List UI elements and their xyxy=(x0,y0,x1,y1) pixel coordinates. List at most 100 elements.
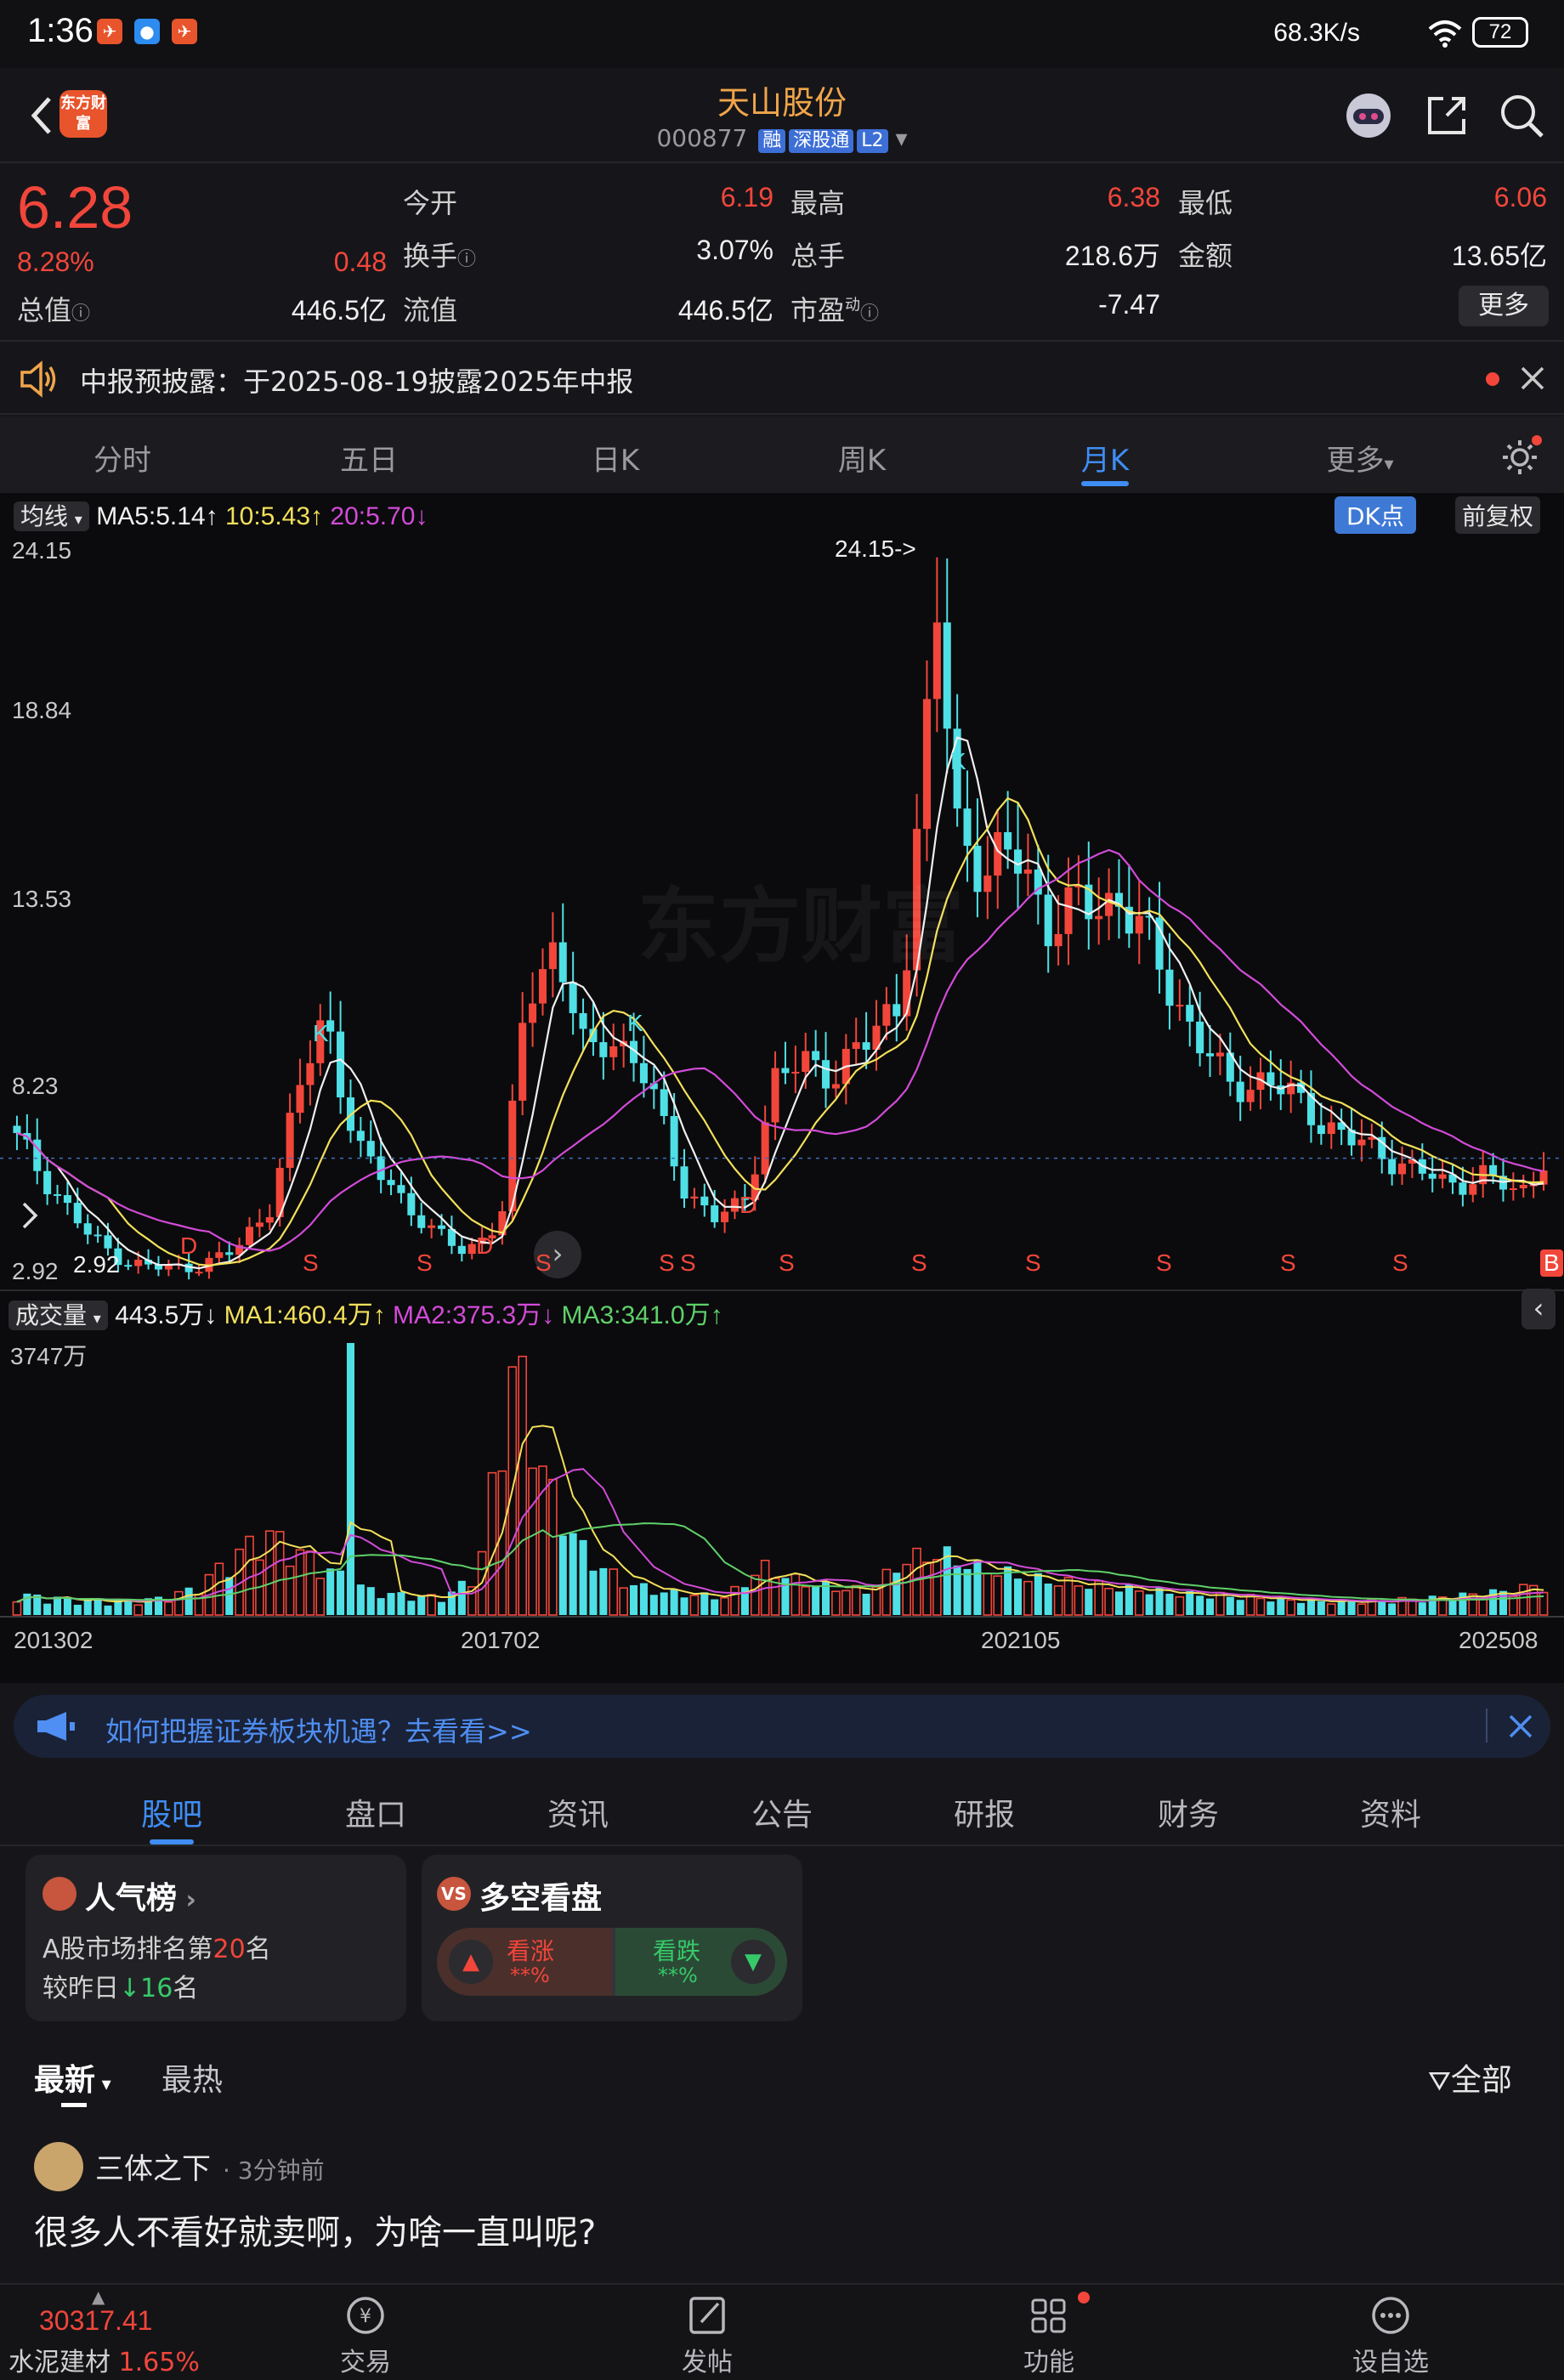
volume-bar xyxy=(841,1590,851,1616)
candle-body xyxy=(812,1051,820,1061)
candle-body xyxy=(1519,1184,1527,1189)
signal-marker[interactable]: S xyxy=(659,1250,675,1277)
tab-daily-k[interactable]: 日K xyxy=(530,437,700,479)
post-text[interactable]: 很多人不看好就卖啊，为啥一直叫呢? xyxy=(34,2205,596,2254)
volume-bar xyxy=(438,1601,446,1615)
connect-tag: 深股通 xyxy=(789,129,854,153)
volume-bar xyxy=(1165,1593,1174,1615)
signal-marker[interactable]: D xyxy=(476,1232,493,1260)
notice-bar[interactable]: 中报预披露：于2025-08-19披露2025年中报 xyxy=(0,343,1564,415)
volume-bar xyxy=(932,1559,942,1616)
candle-body xyxy=(802,1051,810,1072)
volume-bar xyxy=(1459,1592,1467,1615)
more-quote-button[interactable]: 更多 xyxy=(1459,286,1549,326)
tab-guba[interactable]: 股吧 xyxy=(104,1790,240,1834)
pe-label[interactable]: 市盈动ⓘ xyxy=(790,289,879,328)
post-author[interactable]: 三体之下 xyxy=(95,2145,211,2187)
volume-bar xyxy=(1155,1588,1164,1615)
volume-bar xyxy=(953,1565,961,1615)
tab-order-book[interactable]: 盘口 xyxy=(308,1790,444,1834)
filter-button[interactable]: ⛛全部 xyxy=(1428,2055,1512,2100)
nav-functions[interactable]: 功能 xyxy=(981,2292,1117,2378)
volume-bar xyxy=(1317,1601,1325,1615)
candle-body xyxy=(366,1141,375,1157)
chevron-right-icon[interactable] xyxy=(17,1198,42,1232)
promo-banner[interactable]: 如何把握证券板块机遇？去看看>> xyxy=(14,1695,1550,1758)
signal-marker[interactable]: S xyxy=(416,1250,433,1277)
signal-marker[interactable]: S xyxy=(1025,1250,1041,1277)
divider xyxy=(1486,1708,1488,1742)
tab-profile[interactable]: 资料 xyxy=(1323,1790,1459,1834)
high-label: 最高 xyxy=(790,187,846,219)
tab-research[interactable]: 研报 xyxy=(916,1790,1052,1834)
tab-monthly-k[interactable]: 月K xyxy=(1020,437,1190,479)
volume-bar xyxy=(862,1594,870,1615)
chevron-left-icon[interactable]: ‹ xyxy=(1522,1289,1556,1329)
volume-selector[interactable]: 成交量 ▾ xyxy=(8,1300,108,1330)
nav-post[interactable]: 发帖 xyxy=(639,2293,775,2378)
sort-latest[interactable]: 最新 ▾ xyxy=(34,2055,111,2100)
signal-marker[interactable]: D xyxy=(740,1192,756,1219)
volume-bar xyxy=(589,1570,598,1615)
candle-body xyxy=(296,1085,304,1114)
tab-more[interactable]: 更多▾ xyxy=(1275,437,1445,479)
tab-finance[interactable]: 财务 xyxy=(1120,1790,1256,1834)
volume-bar xyxy=(366,1587,375,1615)
trophy-icon xyxy=(42,1877,76,1911)
bear-vote-button[interactable]: 看跌 **% ▼ xyxy=(615,1928,787,1996)
signal-marker[interactable]: S xyxy=(680,1250,696,1277)
signal-marker[interactable]: S xyxy=(779,1250,795,1277)
tab-announcements[interactable]: 公告 xyxy=(714,1790,850,1834)
signal-marker[interactable]: K xyxy=(950,748,966,775)
candle-body xyxy=(73,1203,82,1224)
tab-weekly-k[interactable]: 周K xyxy=(777,437,947,479)
signal-marker[interactable]: S xyxy=(1392,1250,1408,1277)
robot-assistant-icon[interactable] xyxy=(1343,90,1394,141)
volume-bar xyxy=(1085,1589,1093,1615)
signal-marker[interactable]: S xyxy=(911,1250,927,1277)
tab-intraday[interactable]: 分时 xyxy=(37,437,207,479)
volume-bar xyxy=(1326,1603,1336,1616)
popularity-card[interactable]: 人气榜 › A股市场排名第20名 较昨日↓16名 xyxy=(26,1855,406,2021)
signal-marker[interactable]: S xyxy=(1280,1250,1296,1277)
signal-marker[interactable]: B xyxy=(1540,1250,1563,1277)
volume-bar xyxy=(63,1596,71,1615)
stock-code-row[interactable]: 000877 融深股通 L2 ▾ xyxy=(0,124,1564,153)
signal-marker[interactable]: S xyxy=(1156,1250,1172,1277)
close-icon[interactable] xyxy=(1518,364,1547,393)
close-icon[interactable] xyxy=(1506,1712,1535,1741)
battery-indicator: 72 xyxy=(1472,17,1528,48)
index-name-row[interactable]: 水泥建材 1.65% xyxy=(8,2341,200,2378)
turnover-label[interactable]: 换手ⓘ xyxy=(403,235,476,274)
signal-marker[interactable]: K xyxy=(627,1010,643,1037)
nav-trade[interactable]: ¥ 交易 xyxy=(298,2293,434,2378)
kline-chart[interactable]: 均线 ▾ MA5:5.14↑ 10:5.43↑ 20:5.70↓ DK点 前复权… xyxy=(0,493,1564,1683)
signal-marker[interactable]: K xyxy=(313,1020,329,1047)
candle-body xyxy=(983,876,992,892)
signal-marker[interactable]: D xyxy=(180,1232,197,1260)
signal-marker[interactable]: S xyxy=(303,1250,319,1277)
share-icon[interactable] xyxy=(1421,90,1472,141)
candle-body xyxy=(700,1196,709,1206)
change-percent: 8.28% xyxy=(17,246,94,277)
tab-five-day[interactable]: 五日 xyxy=(284,437,454,479)
volume-bar xyxy=(1226,1596,1234,1615)
volume-label: 总手 xyxy=(790,240,846,272)
avatar[interactable] xyxy=(34,2142,83,2191)
nav-add-watchlist[interactable]: 设自选 xyxy=(1323,2293,1459,2378)
candle-body xyxy=(1044,894,1052,947)
volume-bar xyxy=(417,1595,426,1615)
volume-bar xyxy=(963,1568,972,1615)
candle-body xyxy=(356,1130,365,1142)
candle-body xyxy=(922,699,931,830)
search-icon[interactable] xyxy=(1496,90,1547,141)
index-value[interactable]: 30317.41 xyxy=(39,2305,152,2337)
sort-hottest[interactable]: 最热 xyxy=(162,2055,223,2100)
bull-vote-button[interactable]: ▲ 看涨 **% xyxy=(437,1928,612,1996)
tab-news[interactable]: 资讯 xyxy=(510,1790,646,1834)
market-cap-label[interactable]: 总值ⓘ xyxy=(17,289,90,328)
candle-body xyxy=(882,1004,891,1026)
volume-bar xyxy=(305,1550,315,1616)
signal-marker[interactable]: S xyxy=(536,1250,552,1277)
settings-gear-icon[interactable] xyxy=(1498,434,1544,479)
